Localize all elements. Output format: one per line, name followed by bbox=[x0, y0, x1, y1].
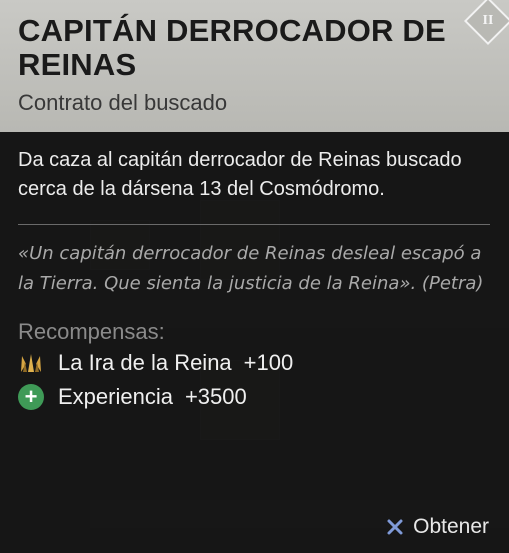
rewards-label: Recompensas: bbox=[18, 319, 165, 344]
obtain-button[interactable]: Obtener bbox=[385, 515, 489, 539]
reward-row: + Experiencia +3500 bbox=[18, 381, 491, 413]
queens-crown-icon bbox=[18, 350, 44, 376]
lore-quote: «Un capitán derrocador de Reinas desleal… bbox=[18, 243, 484, 294]
tooltip-body: Da caza al capitán derrocador de Reinas … bbox=[0, 132, 509, 553]
contract-tooltip: CAPITÁN DERROCADOR DE REINAS Contrato de… bbox=[0, 0, 509, 553]
tooltip-header: CAPITÁN DERROCADOR DE REINAS Contrato de… bbox=[0, 0, 509, 132]
plus-circle-icon: + bbox=[18, 384, 44, 410]
cross-button-icon bbox=[385, 517, 405, 537]
item-title: CAPITÁN DERROCADOR DE REINAS bbox=[18, 13, 446, 82]
corner-label: II bbox=[482, 13, 494, 28]
reward-amount: +100 bbox=[243, 350, 294, 375]
reward-row: La Ira de la Reina +100 bbox=[18, 347, 491, 379]
item-subtitle: Contrato del buscado bbox=[18, 90, 228, 115]
reward-name: La Ira de la Reina bbox=[58, 350, 232, 375]
obtain-label: Obtener bbox=[413, 515, 489, 538]
reward-amount: +3500 bbox=[184, 384, 247, 409]
divider bbox=[18, 224, 490, 225]
reward-name: Experiencia bbox=[58, 384, 173, 409]
contract-description: Da caza al capitán derrocador de Reinas … bbox=[18, 149, 462, 200]
